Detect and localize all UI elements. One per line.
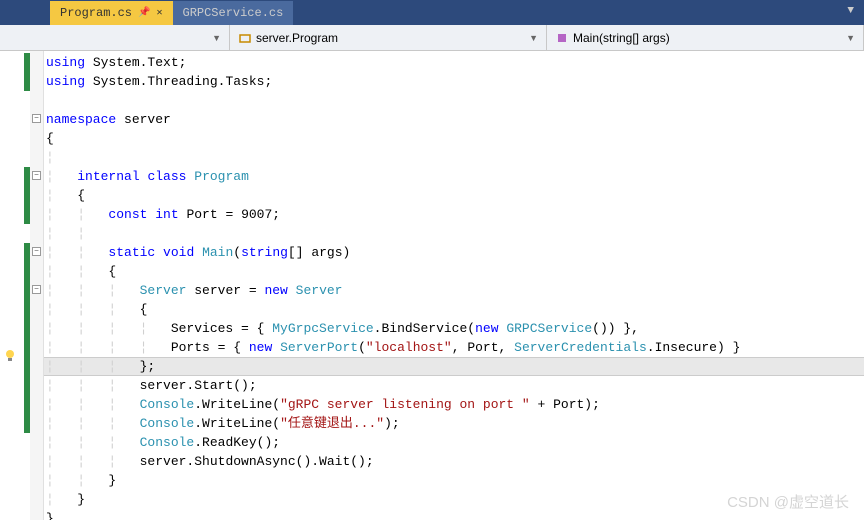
code-line: ¦ internal class Program xyxy=(46,167,864,186)
code-line: ¦ ¦ static void Main(string[] args) xyxy=(46,243,864,262)
code-line: ¦ ¦ ¦ }; xyxy=(46,357,864,376)
code-line: ¦ ¦ ¦ server.ShutdownAsync().Wait(); xyxy=(46,452,864,471)
breadcrumb-label: server.Program xyxy=(256,31,338,45)
lightbulb-icon[interactable] xyxy=(3,349,17,363)
code-line: ¦ { xyxy=(46,186,864,205)
chevron-down-icon: ▼ xyxy=(212,33,221,43)
tab-label: Program.cs xyxy=(60,6,132,20)
code-line: ¦ ¦ } xyxy=(46,471,864,490)
code-line: using System.Threading.Tasks; xyxy=(46,72,864,91)
method-icon xyxy=(555,31,569,45)
code-line: ¦ ¦ ¦ Server server = new Server xyxy=(46,281,864,300)
close-icon[interactable]: ✕ xyxy=(156,7,162,19)
pin-icon[interactable]: 📌 xyxy=(138,7,150,19)
code-line: ¦ ¦ ¦ { xyxy=(46,300,864,319)
fold-toggle[interactable]: − xyxy=(32,247,41,256)
left-margin xyxy=(0,51,30,520)
fold-toggle[interactable]: − xyxy=(32,114,41,123)
class-icon xyxy=(238,31,252,45)
code-line: ¦ ¦ xyxy=(46,224,864,243)
tabs-bar: Program.cs 📌 ✕ GRPCService.cs ▼ xyxy=(0,0,864,25)
fold-toggle[interactable]: − xyxy=(32,285,41,294)
tab-label: GRPCService.cs xyxy=(183,6,284,20)
code-line: ¦ xyxy=(46,148,864,167)
chevron-down-icon: ▼ xyxy=(846,33,855,43)
code-line: ¦ ¦ ¦ ¦ Services = { MyGrpcService.BindS… xyxy=(46,319,864,338)
code-line: ¦ ¦ ¦ ¦ Ports = { new ServerPort("localh… xyxy=(46,338,864,357)
tab-inactive[interactable]: GRPCService.cs xyxy=(173,1,294,25)
code-line: ¦ ¦ ¦ Console.ReadKey(); xyxy=(46,433,864,452)
watermark: CSDN @虚空道长 xyxy=(727,491,849,512)
code-line: ¦ ¦ ¦ Console.WriteLine("任意键退出..."); xyxy=(46,414,864,433)
code-line: ¦ ¦ ¦ server.Start(); xyxy=(46,376,864,395)
breadcrumb-bar: ▼ server.Program ▼ Main(string[] args) ▼ xyxy=(0,25,864,51)
gutter: − − − − xyxy=(30,51,44,520)
code-line: ¦ ¦ ¦ Console.WriteLine("gRPC server lis… xyxy=(46,395,864,414)
breadcrumb-label: Main(string[] args) xyxy=(573,31,670,45)
code-line: { xyxy=(46,129,864,148)
breadcrumb-class[interactable]: server.Program ▼ xyxy=(230,25,547,50)
code-line: ¦ ¦ const int Port = 9007; xyxy=(46,205,864,224)
editor: − − − − using System.Text; using System.… xyxy=(0,51,864,520)
breadcrumb-project[interactable]: ▼ xyxy=(0,25,230,50)
code-line: namespace server xyxy=(46,110,864,129)
code-line: ¦ ¦ { xyxy=(46,262,864,281)
code-line: using System.Text; xyxy=(46,53,864,72)
chevron-down-icon: ▼ xyxy=(529,33,538,43)
code-area[interactable]: using System.Text; using System.Threadin… xyxy=(44,51,864,520)
breadcrumb-method[interactable]: Main(string[] args) ▼ xyxy=(547,25,864,50)
tab-active[interactable]: Program.cs 📌 ✕ xyxy=(50,1,173,25)
code-line xyxy=(46,91,864,110)
dropdown-icon[interactable]: ▼ xyxy=(847,5,854,17)
fold-toggle[interactable]: − xyxy=(32,171,41,180)
